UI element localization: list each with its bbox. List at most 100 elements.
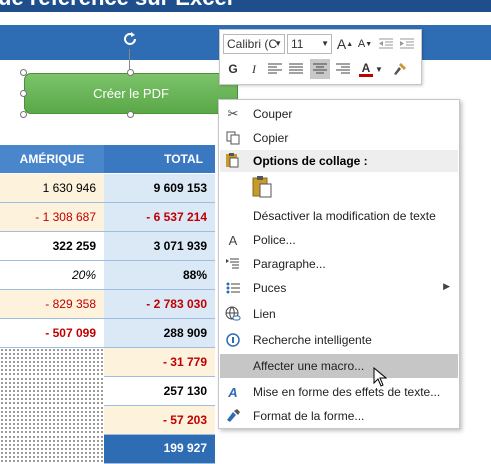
menu-item-label: Puces: [253, 281, 287, 295]
align-left-button[interactable]: [265, 59, 285, 79]
menu-item-smart-lookup[interactable]: Recherche intelligente: [220, 328, 458, 352]
data-table: 1 630 946 9 609 153 - 1 308 687 - 6 537 …: [0, 174, 215, 464]
cell-america[interactable]: [0, 377, 104, 406]
table-row: - 57 203: [0, 406, 215, 435]
table-row: - 31 779: [0, 348, 215, 377]
banner-title: ue référence sur Excel: [0, 0, 233, 11]
cell-america[interactable]: - 829 358: [0, 290, 104, 319]
italic-icon: I: [252, 61, 256, 76]
chevron-down-icon: ▼: [375, 64, 383, 74]
title-banner: ue référence sur Excel: [0, 0, 491, 12]
cell-america[interactable]: [0, 406, 104, 435]
menu-item-disable-text-edit[interactable]: Désactiver la modification de texte: [220, 204, 458, 228]
menu-item-cut[interactable]: ✂ Couper: [220, 102, 458, 126]
paste-options-label: Options de collage :: [253, 154, 368, 168]
chevron-down-icon: ▼: [274, 39, 282, 48]
cell-total[interactable]: 9 609 153: [104, 174, 215, 203]
font-name-combo[interactable]: Calibri (C ▼: [223, 34, 285, 54]
format-shape-icon: [224, 407, 242, 425]
menu-item-assign-macro[interactable]: Affecter une macro...: [220, 354, 458, 378]
cell-total[interactable]: - 57 203: [104, 406, 215, 435]
italic-button[interactable]: I: [244, 59, 264, 79]
create-pdf-shape-button[interactable]: Créer le PDF: [24, 73, 238, 114]
increase-indent-button[interactable]: [397, 34, 417, 54]
resize-handle[interactable]: [127, 69, 134, 76]
menu-item-text-effects[interactable]: A Mise en forme des effets de texte...: [220, 380, 458, 404]
menu-item-paragraph[interactable]: Paragraphe...: [220, 252, 458, 276]
table-row: 322 259 3 071 939: [0, 232, 215, 261]
header-america: AMÉRIQUE: [0, 145, 104, 173]
font-color-button[interactable]: A: [356, 59, 376, 79]
menu-item-label: Recherche intelligente: [253, 333, 372, 347]
menu-item-label: Format de la forme...: [253, 409, 365, 423]
menu-item-label: Affecter une macro...: [253, 359, 365, 373]
paste-keep-formatting-button[interactable]: [251, 175, 275, 201]
menu-item-label: Désactiver la modification de texte: [253, 209, 436, 223]
paste-options-header: Options de collage :: [220, 150, 458, 172]
shrink-font-button[interactable]: A ▼: [355, 34, 375, 54]
menu-item-font[interactable]: A Police...: [220, 228, 458, 252]
align-justify-button[interactable]: [286, 59, 306, 79]
resize-handle[interactable]: [20, 111, 27, 118]
cell-america[interactable]: - 507 099: [0, 319, 104, 348]
menu-item-link[interactable]: Lien: [220, 302, 458, 326]
align-left-icon: [268, 63, 282, 74]
cell-america[interactable]: 1 630 946: [0, 174, 104, 203]
shape-label: Créer le PDF: [93, 86, 169, 101]
grow-font-icon: A: [336, 36, 347, 52]
menu-item-copy[interactable]: Copier: [220, 126, 458, 150]
shrink-font-icon: A: [357, 38, 366, 50]
table-row: - 829 358 - 2 783 030: [0, 290, 215, 319]
font-size-value: 11: [291, 37, 304, 51]
cell-total[interactable]: 257 130: [104, 377, 215, 406]
cell-america[interactable]: [0, 348, 104, 377]
cell-total[interactable]: - 2 783 030: [104, 290, 215, 319]
align-justify-icon: [289, 63, 303, 74]
align-center-button[interactable]: [310, 59, 330, 79]
font-name-value: Calibri (C: [227, 37, 278, 51]
clipboard-icon: [224, 152, 240, 171]
align-right-button[interactable]: [333, 59, 353, 79]
font-color-dropdown[interactable]: ▼: [374, 59, 384, 79]
table-row: - 1 308 687 - 6 537 214: [0, 203, 215, 232]
table-row: 1 630 946 9 609 153: [0, 174, 215, 203]
copy-icon: [224, 129, 242, 147]
paragraph-icon: [224, 255, 242, 273]
resize-handle[interactable]: [20, 90, 27, 97]
bullets-icon: [224, 279, 242, 297]
cell-america[interactable]: - 1 308 687: [0, 203, 104, 232]
format-painter-button[interactable]: [390, 59, 410, 79]
resize-handle[interactable]: [20, 69, 27, 76]
menu-item-format-shape[interactable]: Format de la forme...: [220, 404, 458, 428]
smart-lookup-icon: [224, 331, 242, 349]
context-menu: ✂ Couper Copier Options de collage : Dés…: [218, 99, 460, 429]
cell-total[interactable]: - 31 779: [104, 348, 215, 377]
cell-america[interactable]: 322 259: [0, 232, 104, 261]
resize-handle[interactable]: [127, 111, 134, 118]
table-row: 20% 88%: [0, 261, 215, 290]
cell-total[interactable]: 88%: [104, 261, 215, 290]
font-icon: A: [228, 232, 238, 248]
cell-total[interactable]: 288 909: [104, 319, 215, 348]
chevron-down-icon: ▼: [321, 39, 329, 48]
paste-icon: [252, 176, 272, 198]
scissors-icon: ✂: [227, 106, 239, 121]
cell-total[interactable]: - 6 537 214: [104, 203, 215, 232]
bold-icon: G: [228, 62, 238, 76]
font-size-combo[interactable]: 11 ▼: [287, 34, 332, 54]
menu-item-label: Copier: [253, 131, 289, 145]
table-row: 257 130: [0, 377, 215, 406]
grow-font-button[interactable]: A ▲: [335, 34, 355, 54]
bold-button[interactable]: G: [223, 59, 243, 79]
header-total: TOTAL: [104, 145, 215, 173]
menu-item-label: Mise en forme des effets de texte...: [253, 385, 441, 399]
rotate-handle-icon[interactable]: [121, 30, 139, 48]
cell-america[interactable]: 20%: [0, 261, 104, 290]
decrease-indent-icon: [379, 38, 393, 49]
text-effects-icon: A: [228, 384, 238, 400]
cell-total[interactable]: 3 071 939: [104, 232, 215, 261]
menu-item-bullets[interactable]: Puces ▶: [220, 276, 458, 300]
decrease-indent-button[interactable]: [376, 34, 396, 54]
menu-item-label: Lien: [253, 307, 276, 321]
menu-item-label: Couper: [253, 107, 293, 121]
